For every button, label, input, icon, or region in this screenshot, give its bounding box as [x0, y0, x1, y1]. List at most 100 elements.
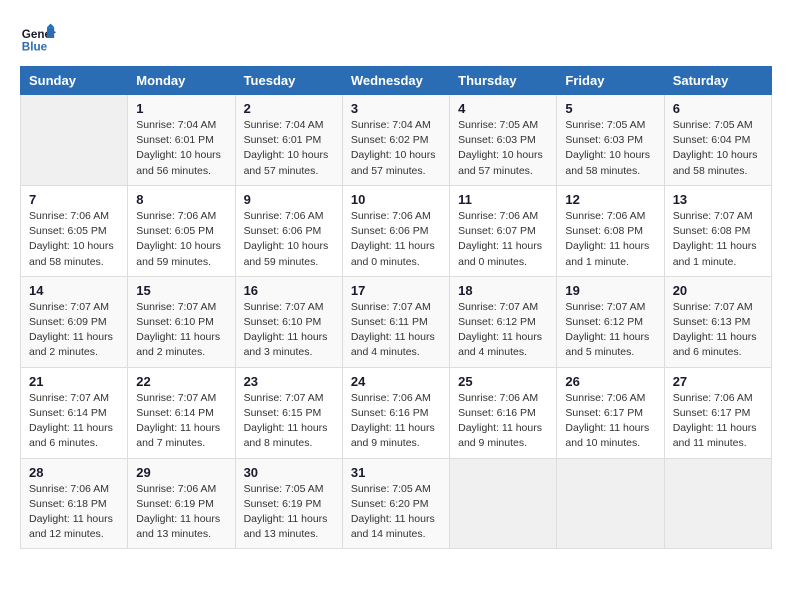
- calendar-cell: 2 Sunrise: 7:04 AM Sunset: 6:01 PM Daylig…: [235, 95, 342, 186]
- day-number: 2: [244, 101, 334, 116]
- weekday-header-wednesday: Wednesday: [342, 67, 449, 95]
- calendar-cell: 17 Sunrise: 7:07 AM Sunset: 6:11 PM Dayli…: [342, 276, 449, 367]
- day-number: 19: [565, 283, 655, 298]
- calendar-cell: 26 Sunrise: 7:06 AM Sunset: 6:17 PM Dayli…: [557, 367, 664, 458]
- calendar-cell: 13 Sunrise: 7:07 AM Sunset: 6:08 PM Dayli…: [664, 185, 771, 276]
- day-detail: Sunrise: 7:07 AM Sunset: 6:11 PM Dayligh…: [351, 300, 441, 361]
- calendar-cell: 31 Sunrise: 7:05 AM Sunset: 6:20 PM Dayli…: [342, 458, 449, 549]
- day-detail: Sunrise: 7:06 AM Sunset: 6:18 PM Dayligh…: [29, 482, 119, 543]
- day-detail: Sunrise: 7:06 AM Sunset: 6:08 PM Dayligh…: [565, 209, 655, 270]
- calendar-week-2: 7 Sunrise: 7:06 AM Sunset: 6:05 PM Daylig…: [21, 185, 772, 276]
- day-number: 13: [673, 192, 763, 207]
- calendar-cell: 12 Sunrise: 7:06 AM Sunset: 6:08 PM Dayli…: [557, 185, 664, 276]
- calendar-week-4: 21Sunrise: 7:07 AM Sunset: 6:14 PM Dayli…: [21, 367, 772, 458]
- calendar-cell: 11 Sunrise: 7:06 AM Sunset: 6:07 PM Dayli…: [450, 185, 557, 276]
- calendar-cell: 3 Sunrise: 7:04 AM Sunset: 6:02 PM Daylig…: [342, 95, 449, 186]
- day-detail: Sunrise: 7:06 AM Sunset: 6:19 PM Dayligh…: [136, 482, 226, 543]
- day-detail: Sunrise: 7:04 AM Sunset: 6:02 PM Dayligh…: [351, 118, 441, 179]
- day-detail: Sunrise: 7:06 AM Sunset: 6:05 PM Dayligh…: [29, 209, 119, 270]
- day-number: 16: [244, 283, 334, 298]
- day-number: 3: [351, 101, 441, 116]
- calendar-cell: 23Sunrise: 7:07 AM Sunset: 6:15 PM Dayli…: [235, 367, 342, 458]
- weekday-header-sunday: Sunday: [21, 67, 128, 95]
- calendar-cell: [557, 458, 664, 549]
- weekday-header-row: SundayMondayTuesdayWednesdayThursdayFrid…: [21, 67, 772, 95]
- day-detail: Sunrise: 7:06 AM Sunset: 6:17 PM Dayligh…: [565, 391, 655, 452]
- day-detail: Sunrise: 7:06 AM Sunset: 6:06 PM Dayligh…: [244, 209, 334, 270]
- day-number: 29: [136, 465, 226, 480]
- day-number: 22: [136, 374, 226, 389]
- day-detail: Sunrise: 7:04 AM Sunset: 6:01 PM Dayligh…: [244, 118, 334, 179]
- day-detail: Sunrise: 7:05 AM Sunset: 6:03 PM Dayligh…: [458, 118, 548, 179]
- calendar-cell: [664, 458, 771, 549]
- calendar-cell: 9 Sunrise: 7:06 AM Sunset: 6:06 PM Daylig…: [235, 185, 342, 276]
- day-detail: Sunrise: 7:06 AM Sunset: 6:16 PM Dayligh…: [351, 391, 441, 452]
- day-number: 4: [458, 101, 548, 116]
- calendar-cell: [450, 458, 557, 549]
- day-number: 8: [136, 192, 226, 207]
- calendar-cell: 10 Sunrise: 7:06 AM Sunset: 6:06 PM Dayli…: [342, 185, 449, 276]
- weekday-header-thursday: Thursday: [450, 67, 557, 95]
- day-detail: Sunrise: 7:06 AM Sunset: 6:16 PM Dayligh…: [458, 391, 548, 452]
- logo-icon: General Blue: [20, 20, 56, 56]
- calendar-cell: 19 Sunrise: 7:07 AM Sunset: 6:12 PM Dayli…: [557, 276, 664, 367]
- day-number: 12: [565, 192, 655, 207]
- calendar-cell: 21Sunrise: 7:07 AM Sunset: 6:14 PM Dayli…: [21, 367, 128, 458]
- day-number: 20: [673, 283, 763, 298]
- page-header: General Blue: [20, 20, 772, 56]
- calendar-table: SundayMondayTuesdayWednesdayThursdayFrid…: [20, 66, 772, 549]
- day-detail: Sunrise: 7:04 AM Sunset: 6:01 PM Dayligh…: [136, 118, 226, 179]
- calendar-cell: 29 Sunrise: 7:06 AM Sunset: 6:19 PM Dayli…: [128, 458, 235, 549]
- calendar-cell: 20 Sunrise: 7:07 AM Sunset: 6:13 PM Dayli…: [664, 276, 771, 367]
- weekday-header-saturday: Saturday: [664, 67, 771, 95]
- day-detail: Sunrise: 7:07 AM Sunset: 6:08 PM Dayligh…: [673, 209, 763, 270]
- day-number: 25: [458, 374, 548, 389]
- weekday-header-tuesday: Tuesday: [235, 67, 342, 95]
- calendar-header: SundayMondayTuesdayWednesdayThursdayFrid…: [21, 67, 772, 95]
- day-number: 27: [673, 374, 763, 389]
- calendar-week-3: 14Sunrise: 7:07 AM Sunset: 6:09 PM Dayli…: [21, 276, 772, 367]
- day-number: 17: [351, 283, 441, 298]
- day-number: 11: [458, 192, 548, 207]
- day-detail: Sunrise: 7:07 AM Sunset: 6:13 PM Dayligh…: [673, 300, 763, 361]
- day-detail: Sunrise: 7:07 AM Sunset: 6:14 PM Dayligh…: [29, 391, 119, 452]
- weekday-header-friday: Friday: [557, 67, 664, 95]
- calendar-cell: 24 Sunrise: 7:06 AM Sunset: 6:16 PM Dayli…: [342, 367, 449, 458]
- calendar-cell: [21, 95, 128, 186]
- calendar-cell: 27 Sunrise: 7:06 AM Sunset: 6:17 PM Dayli…: [664, 367, 771, 458]
- day-number: 28: [29, 465, 119, 480]
- calendar-body: 1 Sunrise: 7:04 AM Sunset: 6:01 PM Daylig…: [21, 95, 772, 549]
- day-number: 26: [565, 374, 655, 389]
- calendar-week-1: 1 Sunrise: 7:04 AM Sunset: 6:01 PM Daylig…: [21, 95, 772, 186]
- day-detail: Sunrise: 7:06 AM Sunset: 6:17 PM Dayligh…: [673, 391, 763, 452]
- calendar-cell: 8 Sunrise: 7:06 AM Sunset: 6:05 PM Daylig…: [128, 185, 235, 276]
- day-number: 9: [244, 192, 334, 207]
- day-detail: Sunrise: 7:05 AM Sunset: 6:03 PM Dayligh…: [565, 118, 655, 179]
- day-number: 1: [136, 101, 226, 116]
- day-number: 10: [351, 192, 441, 207]
- day-number: 24: [351, 374, 441, 389]
- day-detail: Sunrise: 7:05 AM Sunset: 6:20 PM Dayligh…: [351, 482, 441, 543]
- day-number: 31: [351, 465, 441, 480]
- calendar-cell: 14Sunrise: 7:07 AM Sunset: 6:09 PM Dayli…: [21, 276, 128, 367]
- day-detail: Sunrise: 7:07 AM Sunset: 6:10 PM Dayligh…: [244, 300, 334, 361]
- calendar-week-5: 28 Sunrise: 7:06 AM Sunset: 6:18 PM Dayli…: [21, 458, 772, 549]
- calendar-cell: 7 Sunrise: 7:06 AM Sunset: 6:05 PM Daylig…: [21, 185, 128, 276]
- day-detail: Sunrise: 7:06 AM Sunset: 6:07 PM Dayligh…: [458, 209, 548, 270]
- day-detail: Sunrise: 7:07 AM Sunset: 6:15 PM Dayligh…: [244, 391, 334, 452]
- calendar-cell: 22 Sunrise: 7:07 AM Sunset: 6:14 PM Dayli…: [128, 367, 235, 458]
- day-detail: Sunrise: 7:07 AM Sunset: 6:14 PM Dayligh…: [136, 391, 226, 452]
- calendar-cell: 5Sunrise: 7:05 AM Sunset: 6:03 PM Daylig…: [557, 95, 664, 186]
- calendar-cell: 1 Sunrise: 7:04 AM Sunset: 6:01 PM Daylig…: [128, 95, 235, 186]
- calendar-cell: 6Sunrise: 7:05 AM Sunset: 6:04 PM Daylig…: [664, 95, 771, 186]
- calendar-cell: 18Sunrise: 7:07 AM Sunset: 6:12 PM Dayli…: [450, 276, 557, 367]
- day-detail: Sunrise: 7:07 AM Sunset: 6:12 PM Dayligh…: [565, 300, 655, 361]
- day-detail: Sunrise: 7:06 AM Sunset: 6:06 PM Dayligh…: [351, 209, 441, 270]
- calendar-cell: 4 Sunrise: 7:05 AM Sunset: 6:03 PM Daylig…: [450, 95, 557, 186]
- logo: General Blue: [20, 20, 56, 56]
- svg-text:Blue: Blue: [22, 41, 48, 54]
- day-detail: Sunrise: 7:06 AM Sunset: 6:05 PM Dayligh…: [136, 209, 226, 270]
- day-number: 7: [29, 192, 119, 207]
- calendar-cell: 15Sunrise: 7:07 AM Sunset: 6:10 PM Dayli…: [128, 276, 235, 367]
- day-detail: Sunrise: 7:07 AM Sunset: 6:10 PM Dayligh…: [136, 300, 226, 361]
